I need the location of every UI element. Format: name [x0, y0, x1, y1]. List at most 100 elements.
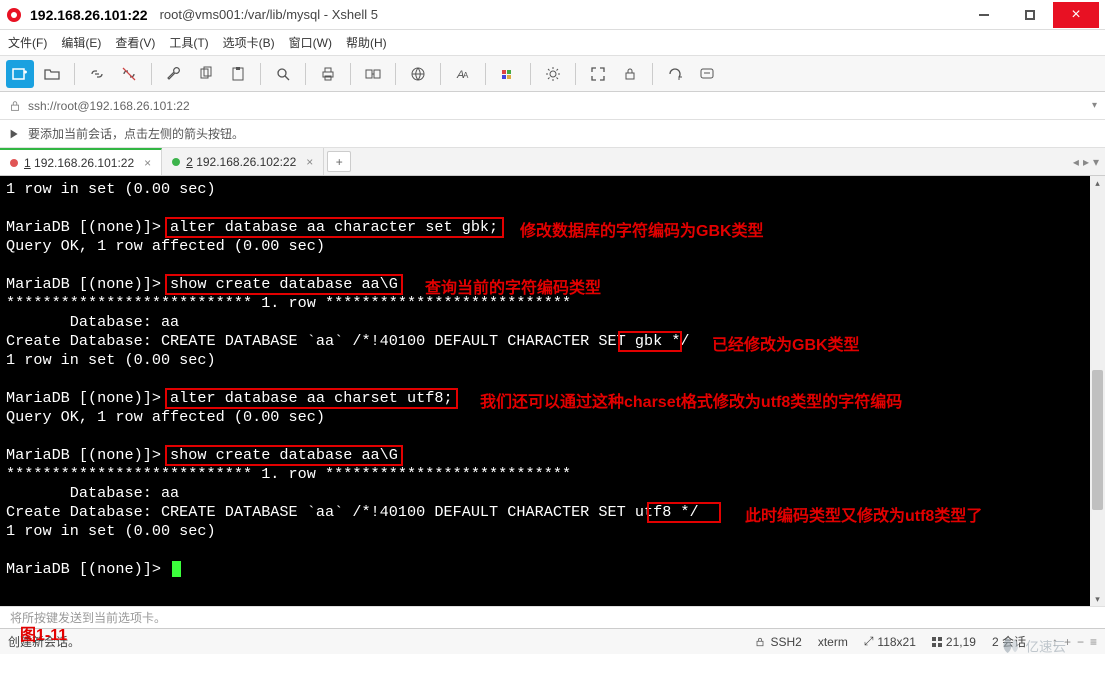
encoding-button[interactable] — [404, 60, 432, 88]
annotation-1: 修改数据库的字符编码为GBK类型 — [520, 217, 764, 241]
lock-button[interactable] — [616, 60, 644, 88]
tab-1[interactable]: 1 192.168.26.101:22 × — [0, 148, 162, 175]
compose-icon — [699, 66, 715, 82]
menu-tools[interactable]: 工具(T) — [169, 34, 208, 51]
tip-bar: 要添加当前会话，点击左侧的箭头按钮。 — [0, 120, 1105, 148]
tab-menu-button[interactable]: ▾ — [1093, 155, 1099, 169]
tab-2-index: 2 — [186, 155, 193, 169]
font-button[interactable]: AA — [449, 60, 477, 88]
tab-nav: ◂ ▸ ▾ — [1067, 148, 1105, 175]
scroll-down-button[interactable]: ▾ — [1090, 592, 1105, 606]
paste-icon — [230, 66, 246, 82]
menu-file[interactable]: 文件(F) — [8, 34, 47, 51]
menu-edit[interactable]: 编辑(E) — [61, 34, 101, 51]
tip-text: 要添加当前会话，点击左侧的箭头按钮。 — [28, 125, 244, 142]
tab-prev-button[interactable]: ◂ — [1073, 155, 1079, 169]
print-button[interactable] — [314, 60, 342, 88]
status-size: ⤢ 118x21 — [864, 634, 916, 649]
menu-tabs[interactable]: 选项卡(B) — [223, 34, 275, 51]
fullscreen-button[interactable] — [584, 60, 612, 88]
gear-icon — [545, 66, 561, 82]
address-text: ssh://root@192.168.26.101:22 — [28, 99, 190, 113]
annotation-3: 已经修改为GBK类型 — [712, 331, 860, 355]
new-session-icon — [12, 66, 28, 82]
plus-icon: + — [1064, 635, 1071, 649]
color-scheme-button[interactable] — [494, 60, 522, 88]
new-session-button[interactable] — [6, 60, 34, 88]
status-bar: 创建新会话。 SSH2 xterm ⤢ 118x21 21,19 2 会话 ↑ … — [0, 628, 1105, 654]
paste-button[interactable] — [224, 60, 252, 88]
status-dot-icon — [10, 159, 18, 167]
status-icons: ↑ + − ≡ — [1052, 635, 1097, 649]
terminal-scrollbar[interactable]: ▴ ▾ — [1090, 176, 1105, 606]
copy-button[interactable] — [192, 60, 220, 88]
toolbar: AA — [0, 56, 1105, 92]
lock-icon — [8, 99, 22, 113]
compose-button[interactable] — [693, 60, 721, 88]
reconnect-button[interactable] — [83, 60, 111, 88]
font-icon: AA — [455, 66, 471, 82]
fullscreen-icon — [590, 66, 606, 82]
menu-window[interactable]: 窗口(W) — [289, 34, 332, 51]
unlink-icon — [121, 66, 137, 82]
tab-1-label: 192.168.26.101:22 — [34, 156, 134, 170]
transfer-button[interactable] — [359, 60, 387, 88]
annotation-2: 查询当前的字符编码类型 — [425, 274, 601, 298]
new-tab-button[interactable]: + — [327, 151, 351, 172]
scroll-thumb[interactable] — [1092, 370, 1103, 510]
link-icon — [89, 66, 105, 82]
status-ssh: SSH2 — [754, 635, 801, 649]
menu-view[interactable]: 查看(V) — [115, 34, 155, 51]
search-icon — [275, 66, 291, 82]
disconnect-button[interactable] — [115, 60, 143, 88]
chevron-down-icon[interactable]: ▾ — [1092, 100, 1097, 111]
wrench-icon — [166, 66, 182, 82]
script-button[interactable] — [539, 60, 567, 88]
status-left: 创建新会话。 — [8, 633, 738, 650]
lock-icon — [622, 66, 638, 82]
maximize-button[interactable] — [1007, 2, 1053, 28]
annotation-4: 我们还可以通过这种charset格式修改为utf8类型的字符编码 — [480, 388, 902, 412]
scroll-up-button[interactable]: ▴ — [1090, 176, 1105, 190]
add-session-arrow-icon[interactable] — [8, 127, 22, 141]
title-host: 192.168.26.101:22 — [30, 7, 148, 23]
menu-help[interactable]: 帮助(H) — [346, 34, 387, 51]
bars-icon: ≡ — [1090, 635, 1097, 649]
tab-strip: 1 192.168.26.101:22 × 2 192.168.26.102:2… — [0, 148, 1105, 176]
minus-icon: − — [1077, 635, 1084, 649]
tab-close-button[interactable]: × — [144, 156, 151, 170]
tab-2[interactable]: 2 192.168.26.102:22 × — [162, 148, 324, 175]
lock-icon — [754, 636, 766, 648]
menubar: 文件(F) 编辑(E) 查看(V) 工具(T) 选项卡(B) 窗口(W) 帮助(… — [0, 30, 1105, 56]
scroll-track[interactable] — [1090, 190, 1105, 592]
status-cursor: 21,19 — [932, 635, 976, 649]
refresh-icon — [667, 66, 683, 82]
open-button[interactable] — [38, 60, 66, 88]
arrow-up-icon: ↑ — [1052, 635, 1058, 649]
bottom-tip: 将所按键发送到当前选项卡。 — [0, 606, 1105, 628]
palette-icon — [500, 66, 516, 82]
title-full: root@vms001:/var/lib/mysql - Xshell 5 — [160, 7, 378, 22]
svg-text:A: A — [463, 71, 469, 80]
maximize-icon — [1025, 10, 1035, 20]
titlebar: 192.168.26.101:22 root@vms001:/var/lib/m… — [0, 0, 1105, 30]
minimize-button[interactable] — [961, 2, 1007, 28]
address-bar[interactable]: ssh://root@192.168.26.101:22 ▾ — [0, 92, 1105, 120]
tab-next-button[interactable]: ▸ — [1083, 155, 1089, 169]
terminal-wrapper: 1 row in set (0.00 sec) MariaDB [(none)]… — [0, 176, 1105, 606]
terminal-cursor — [172, 561, 181, 577]
properties-button[interactable] — [160, 60, 188, 88]
tab-close-button[interactable]: × — [306, 155, 313, 169]
find-button[interactable] — [269, 60, 297, 88]
app-logo-icon — [6, 7, 22, 23]
copy-icon — [198, 66, 214, 82]
globe-icon — [410, 66, 426, 82]
status-dot-icon — [172, 158, 180, 166]
close-button[interactable]: × — [1053, 2, 1099, 28]
tab-2-label: 192.168.26.102:22 — [196, 155, 296, 169]
annotation-5: 此时编码类型又修改为utf8类型了 — [745, 502, 982, 526]
refresh-button[interactable] — [661, 60, 689, 88]
minimize-icon — [979, 14, 989, 16]
figure-label: 图1-11 — [20, 621, 67, 645]
status-sessions: 2 会话 — [992, 633, 1026, 650]
